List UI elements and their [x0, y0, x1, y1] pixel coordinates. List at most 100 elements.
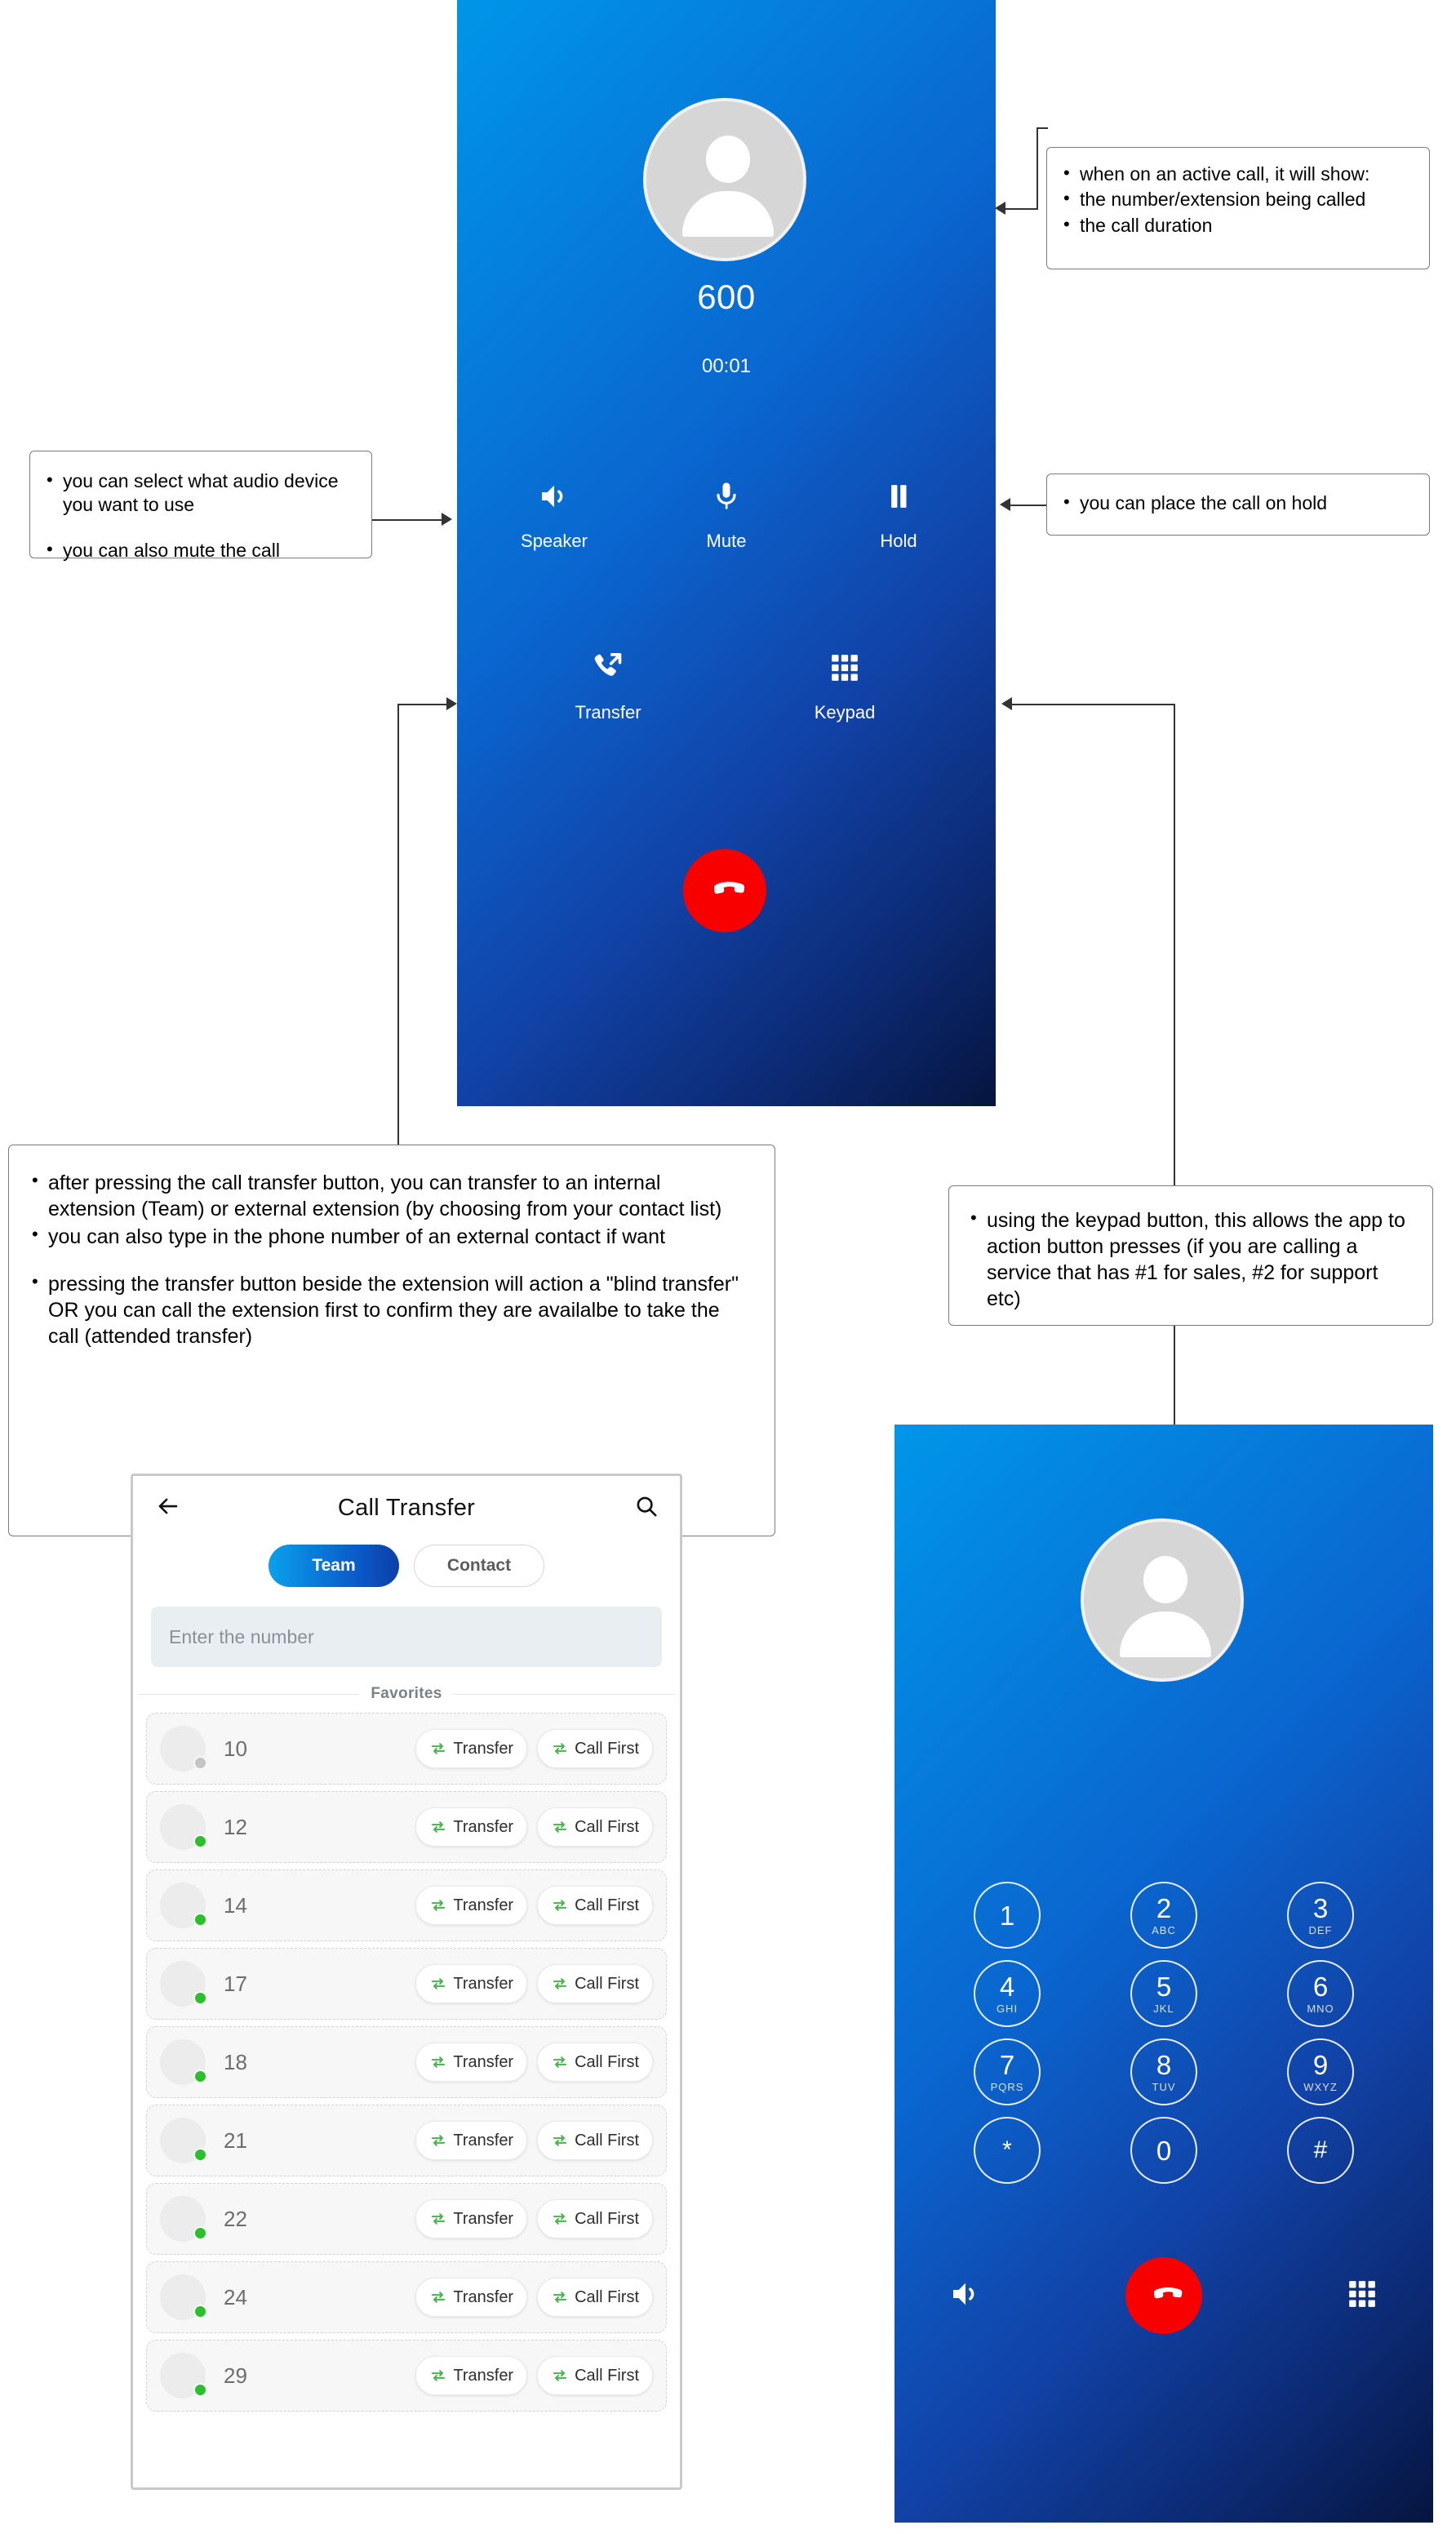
call-first-button[interactable]: Call First [537, 2356, 653, 2395]
transfer-button[interactable]: Transfer [415, 1886, 528, 1925]
transfer-button[interactable]: Transfer [415, 2121, 528, 2160]
callout-active-call: when on an active call, it will show: th… [1046, 147, 1430, 269]
keypad-screen: 1 2 ABC 3 DEF 4 GHI 5 JKL 6 MNO 7 PQRS 8 TUV 9 WXYZ * 0 # [894, 1425, 1433, 2523]
hold-button[interactable]: Hold [837, 473, 960, 552]
transfer-button[interactable]: Transfer [543, 645, 673, 723]
dial-key-7[interactable]: 7 PQRS [974, 2038, 1041, 2105]
speaker-label: Speaker [521, 531, 588, 551]
call-first-button[interactable]: Call First [537, 1964, 653, 2003]
favorites-list[interactable]: 10 Transfer Call First 12 Transfer Call First… [133, 1713, 680, 2415]
connector-line [1012, 704, 1175, 705]
connector-line [1010, 505, 1046, 506]
connector-line [1174, 704, 1175, 1185]
favorite-row[interactable]: 18 Transfer Call First [146, 2026, 667, 2098]
dial-key-9[interactable]: 9 WXYZ [1287, 2038, 1354, 2105]
transfer-arrows-icon [551, 2289, 569, 2305]
dial-key-2[interactable]: 2 ABC [1130, 1882, 1197, 1949]
contact-avatar [160, 2353, 207, 2398]
search-icon[interactable] [634, 1494, 659, 1523]
transfer-button[interactable]: Transfer [415, 1729, 528, 1768]
speaker-button[interactable]: Speaker [493, 473, 615, 552]
dial-key-1[interactable]: 1 [974, 1882, 1041, 1949]
call-first-button[interactable]: Call First [537, 1807, 653, 1847]
transfer-tabs: Team Contact [133, 1545, 680, 1587]
transfer-arrows-icon [429, 2289, 447, 2305]
transfer-button-label: Transfer [453, 1974, 514, 1993]
transfer-arrows-icon [429, 2054, 447, 2070]
dialpad[interactable]: 1 2 ABC 3 DEF 4 GHI 5 JKL 6 MNO 7 PQRS 8 TUV 9 WXYZ * 0 # [929, 1882, 1399, 2184]
transfer-arrows-icon [429, 2211, 447, 2227]
row-actions: Transfer Call First [415, 1886, 653, 1925]
favorite-row[interactable]: 21 Transfer Call First [146, 2105, 667, 2176]
dial-key-hash[interactable]: # [1287, 2117, 1354, 2184]
transfer-button[interactable]: Transfer [415, 1964, 528, 2003]
dial-key-6[interactable]: 6 MNO [1287, 1960, 1354, 2027]
transfer-arrows-icon [551, 2367, 569, 2384]
call-first-button[interactable]: Call First [537, 2278, 653, 2317]
call-first-button[interactable]: Call First [537, 1729, 653, 1768]
favorite-row[interactable]: 17 Transfer Call First [146, 1948, 667, 2020]
dial-key-8[interactable]: 8 TUV [1130, 2038, 1197, 2105]
callout-audio-device: you can select what audio device you wan… [29, 451, 372, 561]
transfer-arrows-icon [429, 1976, 447, 1992]
presence-dot [193, 1834, 207, 1848]
favorite-row[interactable]: 29 Transfer Call First [146, 2340, 667, 2412]
transfer-button[interactable]: Transfer [415, 2199, 528, 2238]
presence-dot [193, 2148, 207, 2162]
transfer-arrows-icon [429, 1740, 447, 1757]
end-call-button[interactable] [683, 849, 766, 932]
tab-contact[interactable]: Contact [414, 1545, 544, 1587]
transfer-arrows-icon [551, 1819, 569, 1835]
call-first-button[interactable]: Call First [537, 2121, 653, 2160]
transfer-button[interactable]: Transfer [415, 1807, 528, 1847]
mute-button[interactable]: Mute [665, 473, 788, 552]
transfer-button-label: Transfer [453, 2287, 514, 2306]
connector-line [397, 704, 446, 705]
transfer-button-label: Transfer [453, 1817, 514, 1836]
number-input[interactable]: Enter the number [151, 1607, 662, 1667]
dial-key-0[interactable]: 0 [1130, 2117, 1197, 2184]
call-first-button-label: Call First [575, 2209, 639, 2228]
call-first-button[interactable]: Call First [537, 2043, 653, 2082]
keypad-toggle-button[interactable] [1325, 2278, 1399, 2314]
favorite-row[interactable]: 22 Transfer Call First [146, 2183, 667, 2255]
pause-icon [883, 473, 914, 519]
favorite-row[interactable]: 24 Transfer Call First [146, 2261, 667, 2333]
connector-arrow [442, 513, 452, 526]
contact-avatar [160, 2274, 207, 2320]
transfer-button[interactable]: Transfer [415, 2356, 528, 2395]
speaker-button[interactable] [929, 2278, 1002, 2314]
end-call-button[interactable] [1125, 2257, 1202, 2334]
transfer-button[interactable]: Transfer [415, 2043, 528, 2082]
page-title: Call Transfer [337, 1494, 476, 1521]
keypad-button[interactable]: Keypad [779, 645, 910, 723]
transfer-arrows-icon [551, 2054, 569, 2070]
dial-key-3[interactable]: 3 DEF [1287, 1882, 1354, 1949]
call-first-button-label: Call First [575, 2366, 639, 2385]
callout-line: using the keypad button, this allows the… [969, 1207, 1413, 1312]
dial-key-digit: 2 [1156, 1893, 1172, 1923]
dial-key-5[interactable]: 5 JKL [1130, 1960, 1197, 2027]
dial-key-4[interactable]: 4 GHI [974, 1960, 1041, 2027]
callout-line: you can also mute the call [45, 538, 355, 562]
transfer-button[interactable]: Transfer [415, 2278, 528, 2317]
back-arrow-icon[interactable] [154, 1494, 182, 1523]
contact-extension: 24 [224, 2284, 247, 2309]
call-first-button[interactable]: Call First [537, 1886, 653, 1925]
tab-team[interactable]: Team [269, 1545, 399, 1587]
presence-dot [193, 1756, 207, 1770]
call-first-button-label: Call First [575, 1817, 639, 1836]
call-first-button[interactable]: Call First [537, 2199, 653, 2238]
favorite-row[interactable]: 10 Transfer Call First [146, 1713, 667, 1785]
dial-key-star[interactable]: * [974, 2117, 1041, 2184]
dial-key-digit: 9 [1312, 2050, 1329, 2080]
presence-dot [193, 2305, 207, 2318]
divider [453, 1693, 675, 1695]
transfer-header: Call Transfer [133, 1476, 680, 1540]
transfer-arrows-icon [551, 1976, 569, 1992]
favorite-row[interactable]: 12 Transfer Call First [146, 1791, 667, 1863]
contact-avatar [160, 1726, 207, 1772]
favorite-row[interactable]: 14 Transfer Call First [146, 1869, 667, 1941]
presence-dot [193, 2226, 207, 2240]
row-actions: Transfer Call First [415, 2121, 653, 2160]
